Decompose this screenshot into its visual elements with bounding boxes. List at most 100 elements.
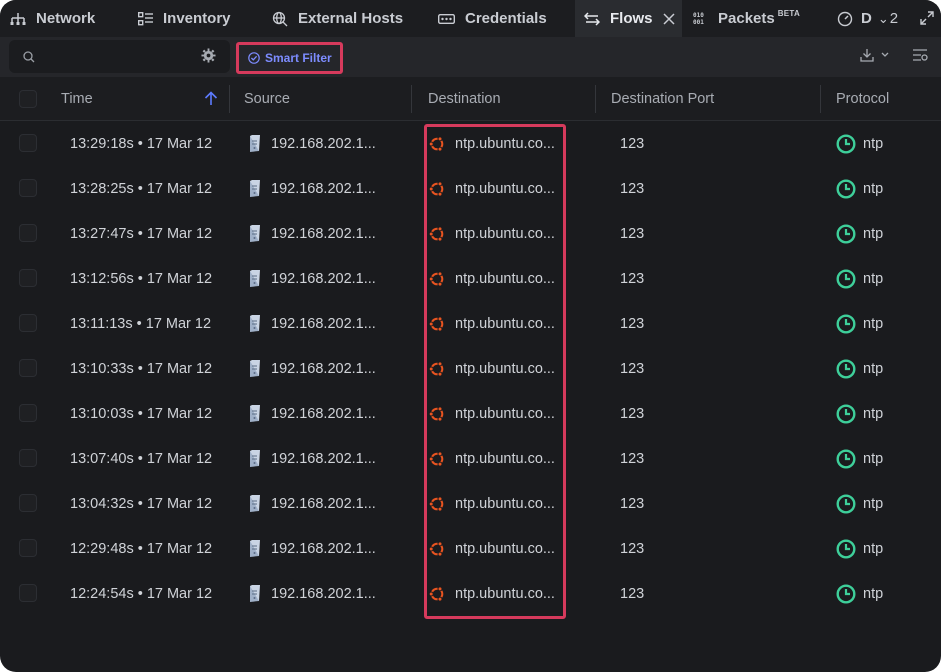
column-header-protocol[interactable]: Protocol bbox=[836, 77, 889, 121]
port-cell: 123 bbox=[620, 166, 644, 211]
port-cell: 123 bbox=[620, 211, 644, 256]
protocol-cell: ntp bbox=[836, 391, 883, 436]
source-cell[interactable]: 192.168.202.1... bbox=[247, 481, 376, 526]
port-cell: 123 bbox=[620, 346, 644, 391]
table-row[interactable]: 13:29:18s • 17 Mar 12 192.168.202.1... n… bbox=[0, 121, 941, 166]
column-divider[interactable] bbox=[595, 85, 596, 113]
destination-cell[interactable]: ntp.ubuntu.co... bbox=[429, 346, 555, 391]
protocol-value: ntp bbox=[863, 450, 884, 467]
source-cell[interactable]: 192.168.202.1... bbox=[247, 121, 376, 166]
table-row[interactable]: 13:11:13s • 17 Mar 12 192.168.202.1... n… bbox=[0, 301, 941, 346]
column-divider[interactable] bbox=[820, 85, 821, 113]
server-icon bbox=[247, 134, 261, 153]
destination-cell[interactable]: ntp.ubuntu.co... bbox=[429, 571, 555, 616]
source-cell[interactable]: 192.168.202.1... bbox=[247, 346, 376, 391]
source-cell[interactable]: 192.168.202.1... bbox=[247, 571, 376, 616]
row-checkbox[interactable] bbox=[19, 134, 37, 152]
port-cell: 123 bbox=[620, 256, 644, 301]
destination-value: ntp.ubuntu.co... bbox=[455, 225, 555, 242]
port-value: 123 bbox=[620, 585, 645, 602]
table-row[interactable]: 12:29:48s • 17 Mar 12 192.168.202.1... n… bbox=[0, 526, 941, 571]
tab-dashboard[interactable]: D ⌄ 2 bbox=[837, 0, 898, 37]
row-checkbox[interactable] bbox=[19, 494, 37, 512]
tab-packets[interactable]: 010 001 Packets BETA bbox=[693, 0, 800, 37]
tab-network[interactable]: Network bbox=[10, 0, 95, 37]
destination-cell[interactable]: ntp.ubuntu.co... bbox=[429, 526, 555, 571]
search-input[interactable] bbox=[9, 40, 230, 73]
destination-cell[interactable]: ntp.ubuntu.co... bbox=[429, 436, 555, 481]
smart-filter-button[interactable]: Smart Filter bbox=[236, 42, 343, 74]
clock-icon bbox=[836, 583, 856, 604]
close-tab-icon[interactable] bbox=[662, 12, 675, 25]
column-header-time[interactable]: Time bbox=[61, 77, 93, 121]
port-value: 123 bbox=[620, 225, 645, 242]
column-header-destination-port[interactable]: Destination Port bbox=[611, 77, 714, 121]
column-divider[interactable] bbox=[229, 85, 230, 113]
source-cell[interactable]: 192.168.202.1... bbox=[247, 526, 376, 571]
table-row[interactable]: 12:24:54s • 17 Mar 12 192.168.202.1... n… bbox=[0, 571, 941, 616]
protocol-value: ntp bbox=[863, 315, 884, 332]
time-cell: 13:10:33s • 17 Mar 12 bbox=[70, 346, 212, 391]
ubuntu-icon bbox=[429, 405, 445, 422]
row-checkbox[interactable] bbox=[19, 224, 37, 242]
overflow-chevron-icon[interactable]: ⌄ bbox=[878, 11, 889, 27]
tab-inventory[interactable]: Inventory bbox=[138, 0, 231, 37]
destination-cell[interactable]: ntp.ubuntu.co... bbox=[429, 301, 555, 346]
source-cell[interactable]: 192.168.202.1... bbox=[247, 391, 376, 436]
time-value: 12:29:48s • 17 Mar 12 bbox=[70, 540, 213, 557]
row-checkbox[interactable] bbox=[19, 359, 37, 377]
row-checkbox[interactable] bbox=[19, 269, 37, 287]
destination-cell[interactable]: ntp.ubuntu.co... bbox=[429, 391, 555, 436]
gear-icon[interactable] bbox=[201, 48, 216, 68]
source-cell[interactable]: 192.168.202.1... bbox=[247, 301, 376, 346]
table-row[interactable]: 13:10:03s • 17 Mar 12 192.168.202.1... n… bbox=[0, 391, 941, 436]
destination-cell[interactable]: ntp.ubuntu.co... bbox=[429, 211, 555, 256]
row-checkbox[interactable] bbox=[19, 539, 37, 557]
table-row[interactable]: 13:27:47s • 17 Mar 12 192.168.202.1... n… bbox=[0, 211, 941, 256]
row-checkbox[interactable] bbox=[19, 584, 37, 602]
select-all-checkbox[interactable] bbox=[19, 90, 37, 108]
tab-overflow-count[interactable]: 2 bbox=[890, 10, 898, 27]
destination-cell[interactable]: ntp.ubuntu.co... bbox=[429, 121, 555, 166]
row-checkbox[interactable] bbox=[19, 449, 37, 467]
toolbar: Smart Filter bbox=[0, 37, 941, 77]
row-checkbox[interactable] bbox=[19, 179, 37, 197]
column-header-source[interactable]: Source bbox=[244, 77, 290, 121]
table-row[interactable]: 13:12:56s • 17 Mar 12 192.168.202.1... n… bbox=[0, 256, 941, 301]
column-settings-icon[interactable] bbox=[912, 48, 928, 67]
column-divider[interactable] bbox=[411, 85, 412, 113]
table-row[interactable]: 13:07:40s • 17 Mar 12 192.168.202.1... n… bbox=[0, 436, 941, 481]
protocol-cell: ntp bbox=[836, 301, 883, 346]
tab-credentials[interactable]: Credentials bbox=[438, 0, 547, 37]
source-cell[interactable]: 192.168.202.1... bbox=[247, 211, 376, 256]
flows-icon bbox=[584, 11, 600, 26]
source-cell[interactable]: 192.168.202.1... bbox=[247, 256, 376, 301]
tab-flows[interactable]: Flows bbox=[575, 0, 682, 37]
table-row[interactable]: 13:28:25s • 17 Mar 12 192.168.202.1... n… bbox=[0, 166, 941, 211]
destination-cell[interactable]: ntp.ubuntu.co... bbox=[429, 481, 555, 526]
expand-icon[interactable] bbox=[920, 11, 934, 30]
source-cell[interactable]: 192.168.202.1... bbox=[247, 166, 376, 211]
table-row[interactable]: 13:10:33s • 17 Mar 12 192.168.202.1... n… bbox=[0, 346, 941, 391]
sort-ascending-icon[interactable] bbox=[204, 91, 218, 111]
tab-external-hosts[interactable]: External Hosts bbox=[272, 0, 403, 37]
credentials-icon bbox=[438, 13, 455, 24]
table-header: Time Source Destination Destination Port… bbox=[0, 77, 941, 121]
time-value: 13:07:40s • 17 Mar 12 bbox=[70, 450, 213, 467]
protocol-value: ntp bbox=[863, 135, 884, 152]
ubuntu-icon bbox=[429, 495, 445, 512]
row-checkbox[interactable] bbox=[19, 314, 37, 332]
destination-cell[interactable]: ntp.ubuntu.co... bbox=[429, 166, 555, 211]
table-row[interactable]: 13:04:32s • 17 Mar 12 192.168.202.1... n… bbox=[0, 481, 941, 526]
clock-icon bbox=[836, 403, 856, 424]
row-checkbox[interactable] bbox=[19, 404, 37, 422]
download-icon[interactable] bbox=[860, 48, 890, 67]
clock-icon bbox=[836, 178, 856, 199]
clock-icon bbox=[836, 223, 856, 244]
server-icon bbox=[247, 404, 261, 423]
source-cell[interactable]: 192.168.202.1... bbox=[247, 436, 376, 481]
destination-cell[interactable]: ntp.ubuntu.co... bbox=[429, 256, 555, 301]
tab-label: External Hosts bbox=[298, 10, 404, 27]
protocol-value: ntp bbox=[863, 585, 884, 602]
column-header-destination[interactable]: Destination bbox=[428, 77, 501, 121]
